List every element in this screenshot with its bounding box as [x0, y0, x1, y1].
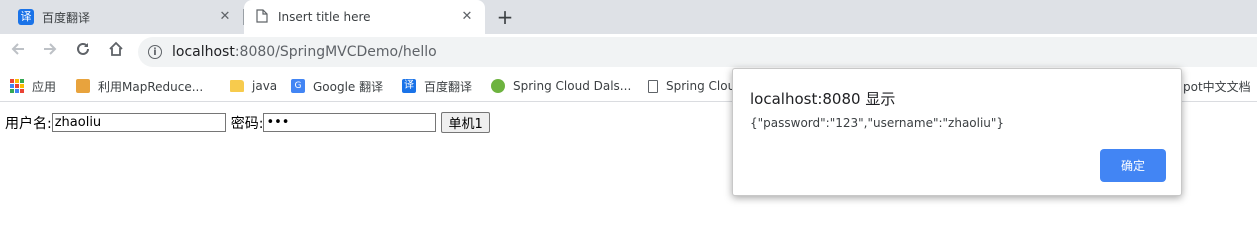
password-label: 密码:: [230, 115, 264, 132]
bookmark-label: 百度翻译: [424, 79, 473, 94]
bookmark-google-translate[interactable]: G Google 翻译: [291, 77, 383, 95]
dialog-title: localhost:8080 显示: [750, 90, 896, 108]
tab-baidu-translate[interactable]: 译 百度翻译 ✕: [8, 0, 243, 34]
forward-arrow-icon[interactable]: [38, 40, 62, 64]
password-input[interactable]: [263, 113, 437, 132]
address-bar[interactable]: i localhost:8080/SpringMVCDemo/hello: [138, 37, 1257, 67]
rss-icon: [76, 79, 90, 93]
bookmark-label: java: [252, 79, 278, 93]
bookmark-label: Google 翻译: [313, 79, 384, 94]
bookmark-label: pot中文文档: [1183, 79, 1251, 94]
ok-button[interactable]: 确定: [1100, 149, 1166, 182]
baidu-translate-icon: 译: [402, 79, 416, 93]
bookmark-label: Spring Cloud Dals...: [513, 79, 632, 93]
info-icon[interactable]: i: [148, 45, 162, 59]
username-input[interactable]: [51, 113, 226, 132]
new-tab-plus-icon[interactable]: +: [494, 6, 516, 28]
submit-button[interactable]: 单机1: [441, 112, 490, 133]
spring-icon: [491, 79, 505, 93]
alert-dialog: localhost:8080 显示 {"password":"123","use…: [732, 68, 1182, 196]
login-form: 用户名: 密码: 单机1: [5, 112, 490, 133]
bookmark-label: 利用MapReduce...: [98, 79, 204, 94]
bookmark-apps[interactable]: 应用: [10, 77, 56, 95]
close-icon[interactable]: ✕: [459, 9, 475, 25]
browser-toolbar: i localhost:8080/SpringMVCDemo/hello: [0, 34, 1257, 70]
bookmark-baidu-translate[interactable]: 译 百度翻译: [402, 77, 472, 95]
url-path: :8080/SpringMVCDemo/hello: [234, 44, 437, 60]
apps-icon: [10, 79, 24, 93]
document-icon: [256, 8, 268, 27]
tab-title: 百度翻译: [42, 10, 91, 25]
google-translate-icon: G: [291, 79, 305, 93]
bookmark-mapreduce[interactable]: 利用MapReduce...: [76, 77, 203, 95]
bookmark-label: Spring Clou: [666, 79, 736, 93]
document-icon: [648, 79, 658, 93]
close-icon[interactable]: ✕: [217, 9, 233, 25]
bookmark-boot-docs[interactable]: pot中文文档: [1183, 77, 1251, 95]
bookmark-label: 应用: [32, 79, 57, 94]
url-text: localhost:8080/SpringMVCDemo/hello: [172, 44, 437, 60]
folder-icon: [230, 80, 244, 92]
bookmark-spring-cloud-dals[interactable]: Spring Cloud Dals...: [491, 77, 631, 95]
url-host: localhost: [172, 44, 235, 60]
dialog-message: {"password":"123","username":"zhaoliu"}: [750, 116, 1005, 130]
tab-insert-title[interactable]: Insert title here ✕: [244, 0, 485, 34]
tab-title: Insert title here: [278, 10, 371, 24]
back-arrow-icon[interactable]: [6, 40, 30, 64]
baidu-translate-icon: 译: [18, 9, 34, 25]
home-icon[interactable]: [104, 40, 128, 64]
reload-icon[interactable]: [71, 40, 95, 64]
tab-strip: 译 百度翻译 ✕ Insert title here ✕ +: [0, 0, 1257, 34]
username-label: 用户名:: [5, 115, 52, 132]
bookmark-java[interactable]: java: [230, 77, 277, 95]
bookmark-spring-cloud[interactable]: Spring Clou: [648, 77, 735, 95]
